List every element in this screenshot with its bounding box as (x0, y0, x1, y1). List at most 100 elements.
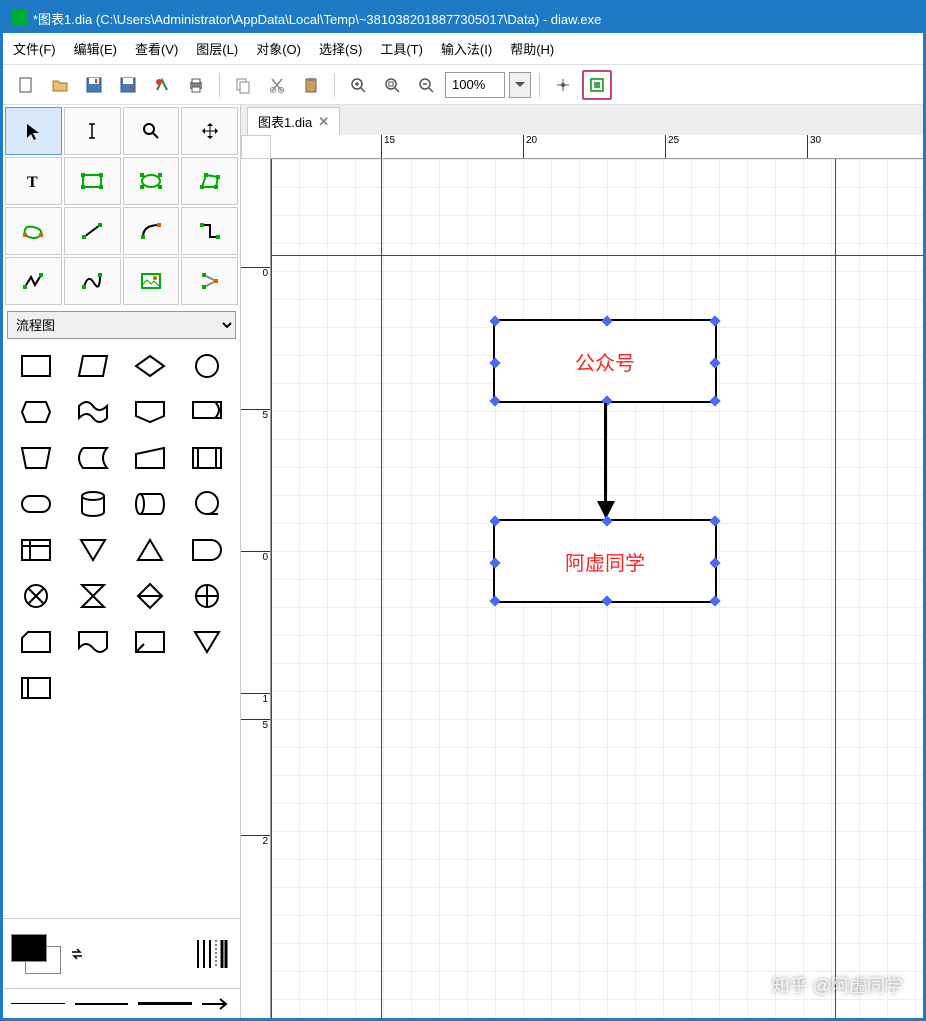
shape-punched-tape[interactable] (64, 389, 121, 435)
flowchart-box-2[interactable]: 阿虚同学 (493, 519, 717, 603)
scroll-tool[interactable] (181, 107, 238, 155)
shape-manual-input[interactable] (122, 435, 179, 481)
titlebar[interactable]: *图表1.dia (C:\Users\Administrator\AppData… (3, 3, 923, 33)
shape-magnetic-disk[interactable] (64, 481, 121, 527)
canvas[interactable]: 公众号 阿虚同学 知乎 @阿虚同学 (271, 159, 923, 1018)
shape-category-select[interactable]: 流程图 (7, 311, 236, 339)
lw-3[interactable] (138, 1002, 192, 1005)
beziergon-tool[interactable] (5, 207, 62, 255)
box1-text: 公众号 (575, 347, 635, 376)
menu-layers[interactable]: 图层(L) (196, 39, 238, 58)
shape-extract[interactable] (122, 527, 179, 573)
zoom-dropdown[interactable] (509, 72, 531, 98)
shape-document[interactable] (64, 619, 121, 665)
guide-v[interactable] (835, 159, 836, 1018)
open-file-icon[interactable] (45, 70, 75, 100)
arrow-style[interactable] (202, 998, 232, 1010)
snap-object-icon[interactable] (582, 70, 612, 100)
flowchart-box-1[interactable]: 公众号 (493, 319, 717, 403)
menu-objects[interactable]: 对象(O) (256, 39, 301, 58)
menu-help[interactable]: 帮助(H) (510, 39, 554, 58)
zoom-in-icon[interactable] (343, 70, 373, 100)
text-cursor-tool[interactable] (64, 107, 121, 155)
lw-2[interactable] (75, 1003, 129, 1005)
polygon-tool[interactable] (181, 157, 238, 205)
shape-or[interactable] (179, 573, 236, 619)
menu-input[interactable]: 输入法(I) (441, 39, 492, 58)
shape-offpage2[interactable] (179, 619, 236, 665)
tab-label: 图表1.dia (258, 112, 312, 131)
pointer-tool[interactable] (5, 107, 62, 155)
canvas-area: 图表1.dia ✕ 15 20 25 30 0 5 0 1 5 (241, 105, 923, 1018)
line-tool[interactable] (64, 207, 121, 255)
shape-summing[interactable] (7, 573, 64, 619)
zoom-fit-icon[interactable] (377, 70, 407, 100)
document-tab[interactable]: 图表1.dia ✕ (247, 107, 340, 135)
connector-arrow[interactable] (604, 403, 607, 511)
shape-internal[interactable] (7, 527, 64, 573)
zoom-input[interactable] (445, 72, 505, 98)
fg-color[interactable] (11, 934, 47, 962)
menu-view[interactable]: 查看(V) (135, 39, 178, 58)
export-icon[interactable] (147, 70, 177, 100)
polyline-tool[interactable] (5, 257, 62, 305)
line-style-preview[interactable] (192, 934, 232, 974)
shape-palette (3, 339, 240, 918)
shape-predefined[interactable] (179, 435, 236, 481)
magnify-tool[interactable] (123, 107, 180, 155)
menu-tools[interactable]: 工具(T) (380, 39, 423, 58)
shape-decision[interactable] (122, 343, 179, 389)
shape-sequential[interactable] (179, 481, 236, 527)
shape-direct-data[interactable] (122, 481, 179, 527)
bezier-tool[interactable] (64, 257, 121, 305)
shape-stored-data[interactable] (64, 435, 121, 481)
arc-tool[interactable] (123, 207, 180, 255)
print-icon[interactable] (181, 70, 211, 100)
ruler-vertical[interactable]: 0 5 0 1 5 2 (241, 159, 271, 1018)
shape-delay[interactable] (179, 527, 236, 573)
shape-manual-op[interactable] (7, 435, 64, 481)
shape-display[interactable] (179, 389, 236, 435)
shape-preparation[interactable] (7, 389, 64, 435)
fg-bg-swatch[interactable] (11, 934, 61, 974)
cut-icon[interactable] (262, 70, 292, 100)
save-as-icon[interactable] (113, 70, 143, 100)
shape-connector[interactable] (179, 343, 236, 389)
line-weights (3, 988, 240, 1018)
image-tool[interactable] (123, 257, 180, 305)
zoom-out-icon[interactable] (411, 70, 441, 100)
shape-datasource[interactable] (7, 665, 64, 711)
shape-offpage[interactable] (122, 389, 179, 435)
paste-icon[interactable] (296, 70, 326, 100)
lw-1[interactable] (11, 1003, 65, 1004)
copy-icon[interactable] (228, 70, 258, 100)
tool-palette: T (3, 105, 240, 307)
shape-transaction[interactable] (122, 619, 179, 665)
menu-select[interactable]: 选择(S) (319, 39, 362, 58)
shape-sort[interactable] (122, 573, 179, 619)
save-icon[interactable] (79, 70, 109, 100)
new-file-icon[interactable] (11, 70, 41, 100)
snap-grid-icon[interactable] (548, 70, 578, 100)
guide-v[interactable] (381, 159, 382, 1018)
shape-process[interactable] (7, 343, 64, 389)
shape-collate[interactable] (64, 573, 121, 619)
main-area: T 流程图 (3, 105, 923, 1018)
outline-tool[interactable] (181, 257, 238, 305)
ellipse-tool[interactable] (123, 157, 180, 205)
shape-terminal[interactable] (7, 481, 64, 527)
ruler-horizontal[interactable]: 15 20 25 30 (271, 135, 923, 159)
menu-file[interactable]: 文件(F) (13, 39, 56, 58)
zigzag-tool[interactable] (181, 207, 238, 255)
shape-card[interactable] (7, 619, 64, 665)
guide-h[interactable] (271, 255, 923, 256)
box-tool[interactable] (64, 157, 121, 205)
text-tool[interactable]: T (5, 157, 62, 205)
svg-text:T: T (27, 174, 38, 191)
sidebar: T 流程图 (3, 105, 241, 1018)
shape-data[interactable] (64, 343, 121, 389)
menu-edit[interactable]: 编辑(E) (74, 39, 117, 58)
tab-close-icon[interactable]: ✕ (318, 114, 329, 130)
shape-merge[interactable] (64, 527, 121, 573)
swap-colors-icon[interactable] (69, 946, 85, 962)
